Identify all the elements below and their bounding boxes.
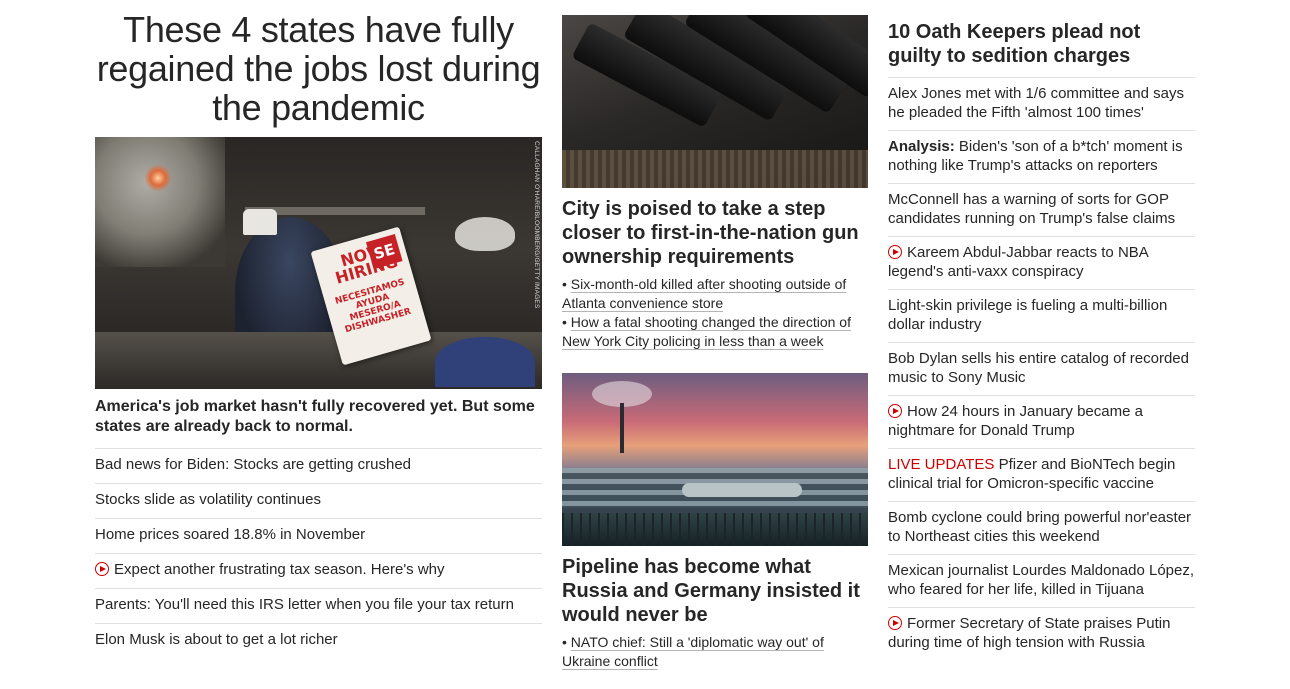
related-link[interactable]: Bad news for Biden: Stocks are getting c… xyxy=(95,456,411,473)
middle-story-column: City is poised to take a step closer to … xyxy=(562,15,868,671)
gun-story-headline[interactable]: City is poised to take a step closer to … xyxy=(562,197,868,269)
bullet-link[interactable]: Six-month-old killed after shooting outs… xyxy=(562,276,846,311)
list-item[interactable]: Former Secretary of State praises Putin … xyxy=(888,607,1195,660)
analysis-label: Analysis: xyxy=(888,138,955,155)
list-item[interactable]: Light-skin privilege is fueling a multi-… xyxy=(888,289,1195,342)
bullet-link[interactable]: NATO chief: Still a 'diplomatic way out'… xyxy=(562,634,824,669)
list-item[interactable]: Elon Musk is about to get a lot richer xyxy=(95,623,542,658)
headline-link[interactable]: Former Secretary of State praises Putin … xyxy=(888,615,1170,651)
headline-link[interactable]: How 24 hours in January became a nightma… xyxy=(888,403,1143,439)
headline-link[interactable]: Mexican journalist Lourdes Maldonado Lóp… xyxy=(888,562,1194,598)
bowl xyxy=(455,217,515,251)
list-item[interactable]: Bob Dylan sells his entire catalog of re… xyxy=(888,342,1195,395)
list-item[interactable]: Kareem Abdul-Jabbar reacts to NBA legend… xyxy=(888,236,1195,289)
pipeline-story-bullets: • NATO chief: Still a 'diplomatic way ou… xyxy=(562,633,868,671)
related-link[interactable]: Elon Musk is about to get a lot richer xyxy=(95,631,338,648)
fence xyxy=(562,513,868,546)
play-circle-icon xyxy=(888,404,902,418)
list-item[interactable]: McConnell has a warning of sorts for GOP… xyxy=(888,183,1195,236)
list-item[interactable]: LIVE UPDATES Pfizer and BioNTech begin c… xyxy=(888,448,1195,501)
related-link[interactable]: Home prices soared 18.8% in November xyxy=(95,526,365,543)
headline-list: Alex Jones met with 1/6 committee and sa… xyxy=(888,77,1195,660)
headline-link[interactable]: Bomb cyclone could bring powerful nor'ea… xyxy=(888,509,1191,545)
pipeline-image[interactable] xyxy=(562,373,868,546)
headline-link[interactable]: Kareem Abdul-Jabbar reacts to NBA legend… xyxy=(888,244,1148,280)
blue-bag xyxy=(435,337,535,387)
headlines-column: 10 Oath Keepers plead not guilty to sedi… xyxy=(888,20,1195,660)
pipe-tank xyxy=(682,483,802,497)
jobs-hero-image[interactable]: NOW HIRING SE NECESITAMOS AYUDA MESERO/A… xyxy=(95,137,542,389)
bullet-link[interactable]: How a fatal shooting changed the directi… xyxy=(562,314,851,349)
play-circle-icon xyxy=(888,616,902,630)
pipeline-story-headline[interactable]: Pipeline has become what Russia and Germ… xyxy=(562,555,868,627)
play-circle-icon xyxy=(95,562,109,576)
list-item[interactable]: Bad news for Biden: Stocks are getting c… xyxy=(95,448,542,483)
gun-rack xyxy=(562,150,868,188)
headline-link[interactable]: Bob Dylan sells his entire catalog of re… xyxy=(888,350,1189,386)
window-light xyxy=(95,137,225,267)
list-item[interactable]: Stocks slide as volatility continues xyxy=(95,483,542,518)
list-item[interactable]: Expect another frustrating tax season. H… xyxy=(95,553,542,588)
chimney xyxy=(620,403,624,453)
list-item[interactable]: Bomb cyclone could bring powerful nor'ea… xyxy=(888,501,1195,554)
list-item[interactable]: • Six-month-old killed after shooting ou… xyxy=(562,275,868,313)
play-circle-icon xyxy=(888,245,902,259)
list-item[interactable]: How 24 hours in January became a nightma… xyxy=(888,395,1195,448)
related-link[interactable]: Stocks slide as volatility continues xyxy=(95,491,321,508)
headline-link[interactable]: Alex Jones met with 1/6 committee and sa… xyxy=(888,85,1184,121)
related-link[interactable]: Parents: You'll need this IRS letter whe… xyxy=(95,596,514,613)
list-item[interactable]: Home prices soared 18.8% in November xyxy=(95,518,542,553)
live-updates-label: LIVE UPDATES xyxy=(888,456,995,473)
lead-story-column: These 4 states have fully regained the j… xyxy=(95,10,542,658)
lead-summary[interactable]: America's job market hasn't fully recove… xyxy=(95,397,542,437)
lead-headline[interactable]: These 4 states have fully regained the j… xyxy=(95,10,542,127)
lead-related-links: Bad news for Biden: Stocks are getting c… xyxy=(95,448,542,658)
list-item[interactable]: • NATO chief: Still a 'diplomatic way ou… xyxy=(562,633,868,671)
list-item[interactable]: Analysis: Biden's 'son of a b*tch' momen… xyxy=(888,130,1195,183)
guns-image[interactable] xyxy=(562,15,868,188)
oath-keepers-headline[interactable]: 10 Oath Keepers plead not guilty to sedi… xyxy=(888,20,1195,77)
related-link[interactable]: Expect another frustrating tax season. H… xyxy=(114,561,445,578)
photo-credit: CALLAGHAN O'HARE/BLOOMBERG/GETTY IMAGES xyxy=(533,141,540,309)
list-item[interactable]: Alex Jones met with 1/6 committee and sa… xyxy=(888,77,1195,130)
cook-hat xyxy=(243,209,277,235)
headline-link[interactable]: McConnell has a warning of sorts for GOP… xyxy=(888,191,1175,227)
list-item[interactable]: Parents: You'll need this IRS letter whe… xyxy=(95,588,542,623)
gun-story-bullets: • Six-month-old killed after shooting ou… xyxy=(562,275,868,351)
list-item[interactable]: • How a fatal shooting changed the direc… xyxy=(562,313,868,351)
list-item[interactable]: Mexican journalist Lourdes Maldonado Lóp… xyxy=(888,554,1195,607)
heat-lamp xyxy=(145,165,171,191)
headline-link[interactable]: Light-skin privilege is fueling a multi-… xyxy=(888,297,1167,333)
